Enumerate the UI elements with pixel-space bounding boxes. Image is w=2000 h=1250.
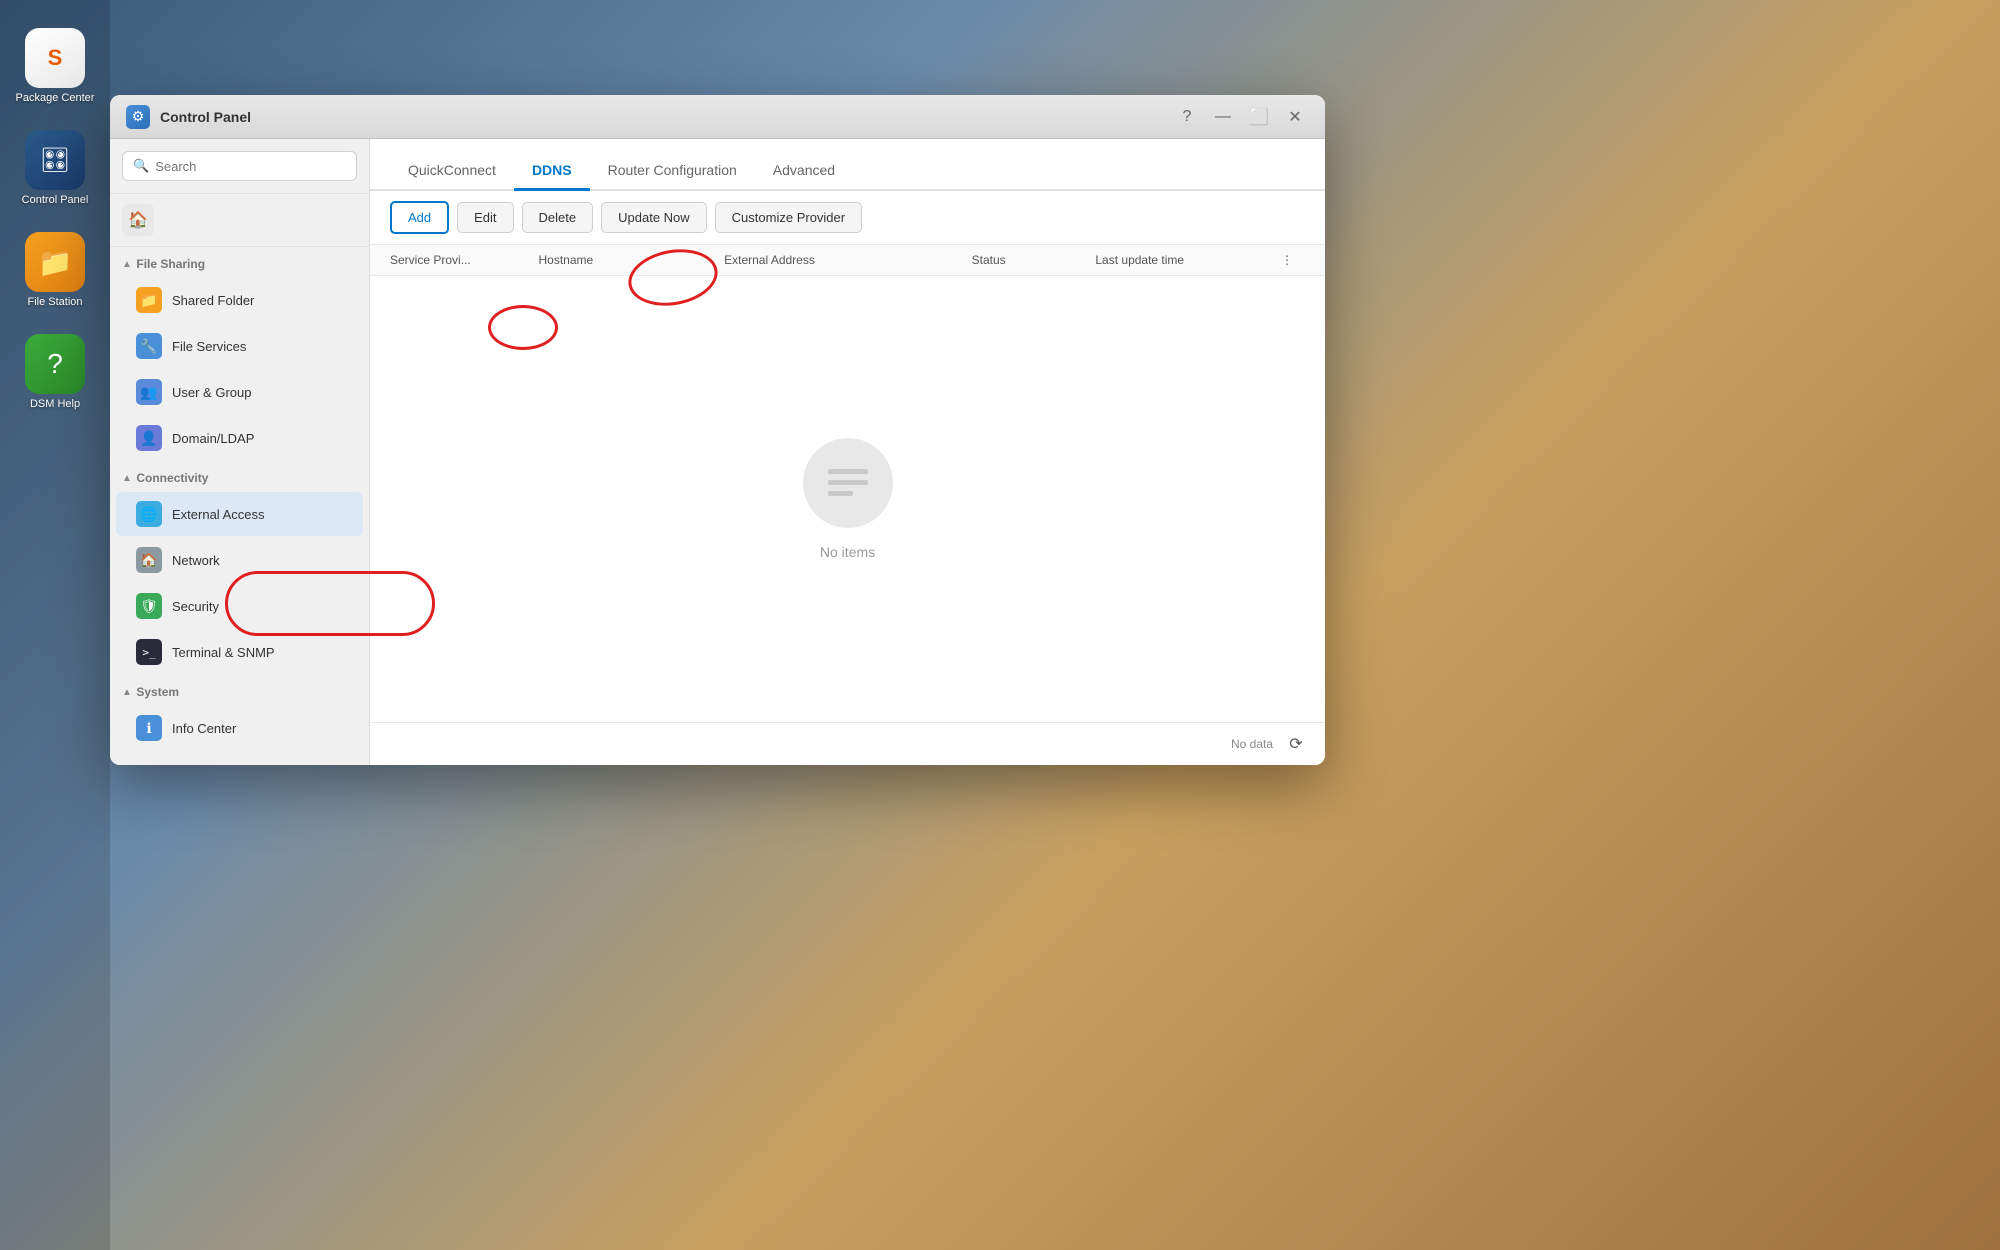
- tab-ddns[interactable]: DDNS: [514, 152, 590, 191]
- edit-button[interactable]: Edit: [457, 202, 513, 233]
- maximize-button[interactable]: ⬜: [1245, 103, 1273, 131]
- info-center-icon: ℹ: [136, 715, 162, 741]
- refresh-button[interactable]: ⟳: [1283, 731, 1309, 757]
- sidebar-item-label-info-center: Info Center: [172, 721, 236, 736]
- security-icon: 🛡: [136, 593, 162, 619]
- sidebar-item-label-file-services: File Services: [172, 339, 246, 354]
- control-panel-dock-icon: 🎛: [25, 130, 85, 190]
- terminal-snmp-icon: >_: [136, 639, 162, 665]
- titlebar-controls: ? — ⬜ ✕: [1173, 103, 1309, 131]
- toolbar: Add Edit Delete Update Now Customize Pro…: [370, 191, 1325, 245]
- tab-router-configuration[interactable]: Router Configuration: [590, 152, 755, 191]
- dock-item-package-center[interactable]: S Package Center: [8, 20, 103, 112]
- package-center-icon: S: [25, 28, 85, 88]
- titlebar: ⚙ Control Panel ? — ⬜ ✕: [110, 95, 1325, 139]
- section-system-label: System: [136, 685, 357, 699]
- col-header-menu: ⋮: [1281, 253, 1305, 267]
- sidebar-item-label-terminal-snmp: Terminal & SNMP: [172, 645, 275, 660]
- col-header-status: Status: [972, 253, 1096, 267]
- delete-button[interactable]: Delete: [522, 202, 594, 233]
- section-file-sharing-label: File Sharing: [136, 257, 357, 271]
- chevron-file-sharing: ▲: [122, 259, 132, 270]
- sidebar-item-info-center[interactable]: ℹ Info Center: [116, 706, 363, 750]
- section-connectivity-header[interactable]: ▲ Connectivity: [110, 461, 369, 491]
- chevron-connectivity: ▲: [122, 473, 132, 484]
- main-content: QuickConnect DDNS Router Configuration A…: [370, 139, 1325, 765]
- dock-label-dsm-help: DSM Help: [30, 398, 80, 410]
- sidebar: 🔍 🏠 ▲ File Sharing 📁 Shared Folder: [110, 139, 370, 765]
- file-services-icon: 🔧: [136, 333, 162, 359]
- window-title: Control Panel: [160, 109, 1173, 125]
- sidebar-item-external-access[interactable]: 🌐 External Access: [116, 492, 363, 536]
- sidebar-item-user-group[interactable]: 👥 User & Group: [116, 370, 363, 414]
- external-access-icon: 🌐: [136, 501, 162, 527]
- empty-icon: [803, 438, 893, 528]
- tab-bar: QuickConnect DDNS Router Configuration A…: [370, 139, 1325, 191]
- section-system-header[interactable]: ▲ System: [110, 675, 369, 705]
- sidebar-item-label-shared-folder: Shared Folder: [172, 293, 254, 308]
- shared-folder-icon: 📁: [136, 287, 162, 313]
- sidebar-item-shared-folder[interactable]: 📁 Shared Folder: [116, 278, 363, 322]
- help-button[interactable]: ?: [1173, 103, 1201, 131]
- window-body: 🔍 🏠 ▲ File Sharing 📁 Shared Folder: [110, 139, 1325, 765]
- footer: No data ⟳: [370, 722, 1325, 765]
- col-header-hostname: Hostname: [539, 253, 725, 267]
- sidebar-item-label-network: Network: [172, 553, 220, 568]
- search-icon: 🔍: [133, 158, 149, 174]
- sidebar-item-label-external-access: External Access: [172, 507, 265, 522]
- sidebar-item-label-security: Security: [172, 599, 219, 614]
- update-now-button[interactable]: Update Now: [601, 202, 707, 233]
- search-box[interactable]: 🔍: [122, 151, 357, 181]
- table-body: No items: [370, 276, 1325, 722]
- tab-advanced[interactable]: Advanced: [755, 152, 853, 191]
- close-button[interactable]: ✕: [1281, 103, 1309, 131]
- chevron-system: ▲: [122, 687, 132, 698]
- dock-item-dsm-help[interactable]: ? DSM Help: [17, 326, 93, 418]
- dock-item-control-panel[interactable]: 🎛 Control Panel: [14, 122, 97, 214]
- titlebar-icon: ⚙: [126, 105, 150, 129]
- search-input[interactable]: [155, 159, 346, 174]
- desktop: S Package Center 🎛 Control Panel 📁 File …: [0, 0, 2000, 1250]
- col-header-service-provider: Service Provi...: [390, 253, 539, 267]
- sidebar-search-container: 🔍: [110, 139, 369, 194]
- sidebar-item-security[interactable]: 🛡 Security: [116, 584, 363, 628]
- section-connectivity-label: Connectivity: [136, 471, 357, 485]
- control-panel-window: ⚙ Control Panel ? — ⬜ ✕ 🔍: [110, 95, 1325, 765]
- sidebar-item-file-services[interactable]: 🔧 File Services: [116, 324, 363, 368]
- domain-ldap-icon: 👤: [136, 425, 162, 451]
- table-header: Service Provi... Hostname External Addre…: [370, 245, 1325, 276]
- home-icon: 🏠: [122, 204, 154, 236]
- network-icon: 🏠: [136, 547, 162, 573]
- section-file-sharing-header[interactable]: ▲ File Sharing: [110, 247, 369, 277]
- col-header-last-update: Last update time: [1095, 253, 1281, 267]
- dock-label-package-center: Package Center: [16, 92, 95, 104]
- user-group-icon: 👥: [136, 379, 162, 405]
- minimize-button[interactable]: —: [1209, 103, 1237, 131]
- dsm-help-icon: ?: [25, 334, 85, 394]
- customize-provider-button[interactable]: Customize Provider: [715, 202, 862, 233]
- ddns-table: Service Provi... Hostname External Addre…: [370, 245, 1325, 722]
- dock-item-file-station[interactable]: 📁 File Station: [17, 224, 93, 316]
- add-button[interactable]: Add: [390, 201, 449, 234]
- empty-state: No items: [803, 438, 893, 560]
- tab-quickconnect[interactable]: QuickConnect: [390, 152, 514, 191]
- file-station-icon: 📁: [25, 232, 85, 292]
- dock: S Package Center 🎛 Control Panel 📁 File …: [0, 0, 110, 1250]
- sidebar-item-label-user-group: User & Group: [172, 385, 251, 400]
- sidebar-item-terminal-snmp[interactable]: >_ Terminal & SNMP: [116, 630, 363, 674]
- refresh-icon: ⟳: [1289, 734, 1302, 754]
- dock-label-file-station: File Station: [27, 296, 82, 308]
- sidebar-item-label-domain-ldap: Domain/LDAP: [172, 431, 254, 446]
- sidebar-home-button[interactable]: 🏠: [110, 194, 369, 247]
- sidebar-item-network[interactable]: 🏠 Network: [116, 538, 363, 582]
- dock-label-control-panel: Control Panel: [22, 194, 89, 206]
- no-data-label: No data: [1231, 737, 1273, 751]
- empty-label: No items: [820, 544, 875, 560]
- sidebar-item-domain-ldap[interactable]: 👤 Domain/LDAP: [116, 416, 363, 460]
- col-header-external-address: External Address: [724, 253, 972, 267]
